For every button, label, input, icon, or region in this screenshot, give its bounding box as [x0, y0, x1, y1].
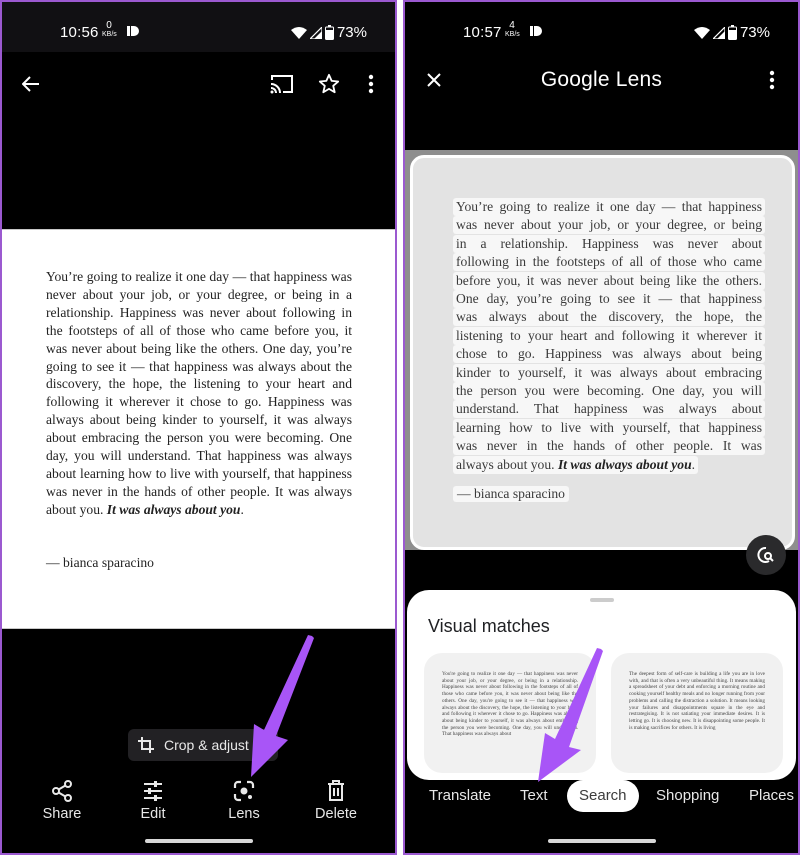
- recognized-author[interactable]: — bianca sparacino: [453, 486, 569, 502]
- signal-icon: [712, 26, 725, 39]
- tab-search[interactable]: Search: [567, 780, 639, 812]
- cast-icon: [270, 75, 293, 94]
- back-button[interactable]: [16, 69, 46, 99]
- status-bar: 10:57 4 KB/s 73%: [405, 2, 798, 52]
- recognized-text-end: .: [691, 456, 696, 472]
- status-bar: 10:56 0 KB/s 73%: [2, 2, 395, 52]
- wifi-icon: [290, 26, 307, 39]
- share-label: Share: [42, 806, 82, 822]
- recognized-text-line[interactable]: was always about the discovery, the hope…: [453, 308, 765, 327]
- tab-shopping[interactable]: Shopping: [656, 780, 719, 812]
- results-sheet: Visual matches You're going to realize i…: [407, 590, 796, 780]
- status-right: 73%: [290, 24, 367, 41]
- recognized-text-line[interactable]: in a relationship. Happiness was never a…: [453, 234, 765, 253]
- sheet-drag-handle[interactable]: [589, 598, 614, 602]
- star-icon: [318, 73, 340, 94]
- battery-percent: 73%: [336, 24, 367, 41]
- visual-match-card[interactable]: The deepest form of self-care is buildin…: [611, 653, 783, 773]
- lens-mode-tabs: Translate Text Search Shopping Places: [405, 780, 798, 814]
- recognized-text-line[interactable]: was never in the hands of other people. …: [453, 437, 765, 456]
- network-speed-unit: KB/s: [505, 31, 520, 38]
- tab-text[interactable]: Text: [520, 780, 548, 812]
- lens-search-icon: [757, 547, 774, 563]
- quote-text: You’re going to realize it one day — tha…: [46, 268, 352, 519]
- recognized-text-line[interactable]: kinder to yourself, it was always about …: [453, 363, 765, 382]
- battery-icon: [324, 25, 334, 40]
- id-icon: [530, 26, 542, 36]
- crop-adjust-label: Crop & adjust: [164, 737, 249, 753]
- tab-places[interactable]: Places: [749, 780, 794, 812]
- visual-match-text: The deepest form of self-care is buildin…: [629, 671, 765, 731]
- status-right: 73%: [693, 24, 770, 41]
- lens-button[interactable]: Lens: [204, 780, 284, 822]
- battery-percent: 73%: [739, 24, 770, 41]
- recognized-text-line[interactable]: chose to go. Happiness was always about …: [453, 345, 765, 364]
- recognized-text-line[interactable]: listening to your heart and following it…: [453, 326, 765, 345]
- recognized-text-emphasis: It was always about you: [557, 456, 692, 472]
- recognized-text-line[interactable]: understand. That happiness was always ab…: [453, 400, 765, 419]
- favorite-button[interactable]: [314, 69, 344, 99]
- lens-icon: [233, 780, 255, 802]
- google-photos-screen: 10:56 0 KB/s 73% You’re going to realize…: [0, 0, 397, 855]
- visual-match-text: You're going to realize it one day — tha…: [442, 671, 578, 738]
- battery-icon: [727, 25, 737, 40]
- photo-image[interactable]: You’re going to realize it one day — tha…: [2, 229, 395, 629]
- quote-emphasis: It was always about you: [106, 501, 241, 517]
- lens-search-button[interactable]: [746, 535, 786, 575]
- crop-icon: [138, 737, 154, 753]
- tab-translate[interactable]: Translate: [429, 780, 491, 812]
- id-icon: [127, 26, 139, 36]
- recognized-text-line[interactable]: following in the footsteps of all of tho…: [453, 253, 765, 272]
- lens-image: You’re going to realize it one day — tha…: [410, 155, 795, 550]
- lens-selection-frame[interactable]: You’re going to realize it one day — tha…: [405, 150, 798, 550]
- network-speed: 4 KB/s: [505, 20, 520, 39]
- more-options-button[interactable]: [356, 69, 386, 99]
- recognized-text-line[interactable]: One day, you’re going to see it — that h…: [453, 290, 765, 308]
- trash-icon: [328, 780, 344, 801]
- recognized-text-line[interactable]: the person you were becoming. One day, y…: [453, 382, 765, 400]
- crop-adjust-chip[interactable]: Crop & adjust: [128, 729, 278, 761]
- status-time: 10:57: [463, 24, 502, 41]
- share-button[interactable]: Share: [22, 780, 102, 822]
- status-time: 10:56: [60, 24, 99, 41]
- recognized-text-line[interactable]: learning how to live with yourself, that…: [453, 418, 765, 437]
- photo-toolbar: [2, 60, 395, 106]
- delete-label: Delete: [315, 806, 357, 822]
- app-title: Google Lens: [540, 68, 663, 91]
- gesture-bar[interactable]: [547, 839, 656, 843]
- network-speed-value: 0: [106, 20, 112, 31]
- photo-actions-bar: Share Edit Lens Delete: [2, 780, 395, 830]
- visual-matches-title: Visual matches: [428, 616, 550, 636]
- network-speed-unit: KB/s: [102, 31, 117, 38]
- quote-body: You’re going to realize it one day — tha…: [46, 269, 352, 517]
- recognized-text-line[interactable]: You’re going to realize it one day — tha…: [453, 198, 765, 216]
- recognized-text-block[interactable]: You’re going to realize it one day — tha…: [453, 198, 765, 474]
- google-lens-screen: 10:57 4 KB/s 73% Google Lens You’re goin…: [403, 0, 800, 855]
- quote-end: .: [240, 501, 244, 517]
- arrow-left-icon: [22, 76, 39, 92]
- cast-button[interactable]: [267, 69, 297, 99]
- wifi-icon: [693, 26, 710, 39]
- recognized-text-line[interactable]: before you, it was never about being lik…: [453, 271, 765, 290]
- gesture-bar[interactable]: [144, 839, 253, 843]
- visual-match-card[interactable]: You're going to realize it one day — tha…: [424, 653, 596, 773]
- more-vert-icon: [368, 74, 374, 94]
- delete-button[interactable]: Delete: [296, 780, 376, 822]
- quote-author: — bianca sparacino: [46, 555, 154, 570]
- edit-label: Edit: [140, 806, 166, 822]
- tune-icon: [144, 781, 162, 801]
- edit-button[interactable]: Edit: [113, 780, 193, 822]
- recognized-text-line[interactable]: was never about your job, or your degree…: [453, 216, 765, 235]
- share-icon: [52, 780, 72, 802]
- network-speed-value: 4: [509, 20, 515, 31]
- lens-label: Lens: [228, 806, 260, 822]
- recognized-text-plain: always about you.: [456, 456, 558, 472]
- signal-icon: [309, 26, 322, 39]
- network-speed: 0 KB/s: [102, 20, 117, 39]
- recognized-text-line[interactable]: always about you. It was always about yo…: [453, 455, 699, 474]
